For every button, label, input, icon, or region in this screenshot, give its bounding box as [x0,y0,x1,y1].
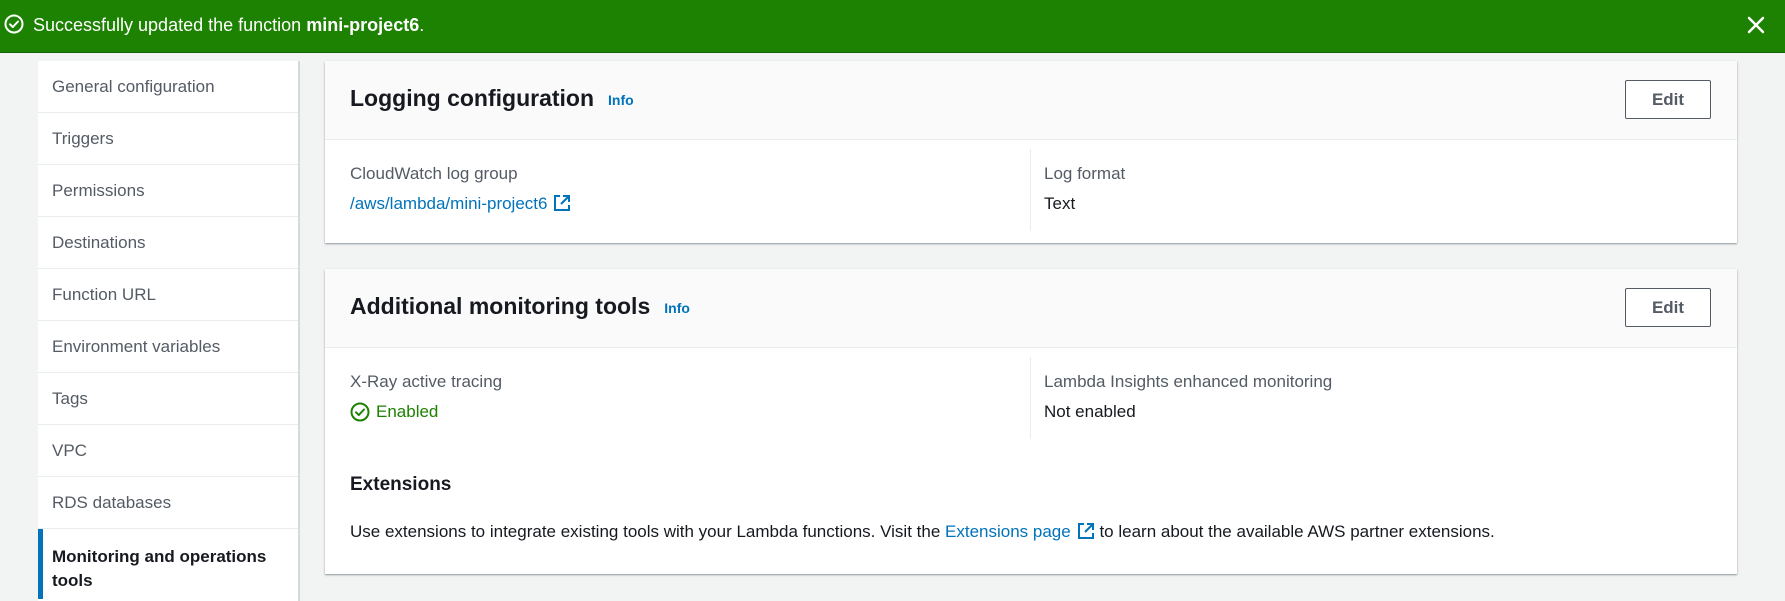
monitoring-title: Additional monitoring tools [350,293,651,319]
log-format-value: Text [1044,194,1076,213]
edit-monitoring-button[interactable]: Edit [1625,288,1711,327]
info-link[interactable]: Info [664,300,690,316]
sidebar-item-tags[interactable]: Tags [38,373,298,425]
sidebar-item-vpc[interactable]: VPC [38,425,298,477]
sidebar-item-triggers[interactable]: Triggers [38,113,298,165]
flash-message: Successfully updated the function mini-p… [33,14,424,36]
sidebar-item-function-url[interactable]: Function URL [38,269,298,321]
extensions-heading: Extensions [350,474,452,495]
panel-header: Logging configuration Info Edit [325,61,1737,140]
xray-tracing-status: Enabled [350,402,438,422]
cloudwatch-log-group-link[interactable]: /aws/lambda/mini-project6 [350,194,547,213]
sidebar-item-permissions[interactable]: Permissions [38,165,298,217]
column-divider [1030,149,1031,231]
extensions-text-after: to learn about the available AWS partner… [1094,522,1495,541]
cloudwatch-log-group-value: /aws/lambda/mini-project6 [350,194,571,214]
info-link[interactable]: Info [608,92,634,108]
logging-title: Logging configuration [350,85,595,111]
panel-title: Additional monitoring tools Info [350,293,690,320]
sidebar-item-general-configuration[interactable]: General configuration [38,61,298,113]
external-link-icon[interactable] [553,194,571,212]
extensions-page-link[interactable]: Extensions page [945,522,1071,541]
lambda-insights-label: Lambda Insights enhanced monitoring [1044,372,1333,391]
sidebar-item-environment-variables[interactable]: Environment variables [38,321,298,373]
panel-title: Logging configuration Info [350,85,634,112]
close-icon[interactable] [1745,14,1767,36]
log-format-label: Log format [1044,164,1126,183]
sidebar-item-monitoring-and-operations-tools[interactable]: Monitoring and operations tools [38,529,298,599]
panel-header: Additional monitoring tools Info Edit [325,269,1737,348]
flash-message-prefix: Successfully updated the function [33,15,307,35]
check-circle-icon [350,402,370,422]
flash-message-suffix: . [419,15,425,35]
column-divider [1030,357,1031,439]
extensions-text-before: Use extensions to integrate existing too… [350,522,946,541]
cloudwatch-log-group-label: CloudWatch log group [350,164,518,183]
xray-tracing-label: X-Ray active tracing [350,372,503,391]
lambda-insights-value: Not enabled [1044,402,1136,421]
external-link-icon[interactable] [1077,522,1095,540]
extensions-description: Use extensions to integrate existing too… [350,522,1495,542]
configuration-sidebar: General configuration Triggers Permissio… [38,61,300,601]
check-circle-icon [4,14,24,34]
xray-tracing-value: Enabled [376,402,439,421]
edit-logging-button[interactable]: Edit [1625,80,1711,119]
sidebar-item-destinations[interactable]: Destinations [38,217,298,269]
success-flash-banner: Successfully updated the function mini-p… [0,0,1785,53]
sidebar-item-rds-databases[interactable]: RDS databases [38,477,298,529]
flash-function-name: mini-project6 [306,15,420,35]
logging-configuration-panel: Logging configuration Info Edit CloudWatc… [325,61,1737,243]
additional-monitoring-tools-panel: Additional monitoring tools Info Edit X-R… [325,269,1737,574]
